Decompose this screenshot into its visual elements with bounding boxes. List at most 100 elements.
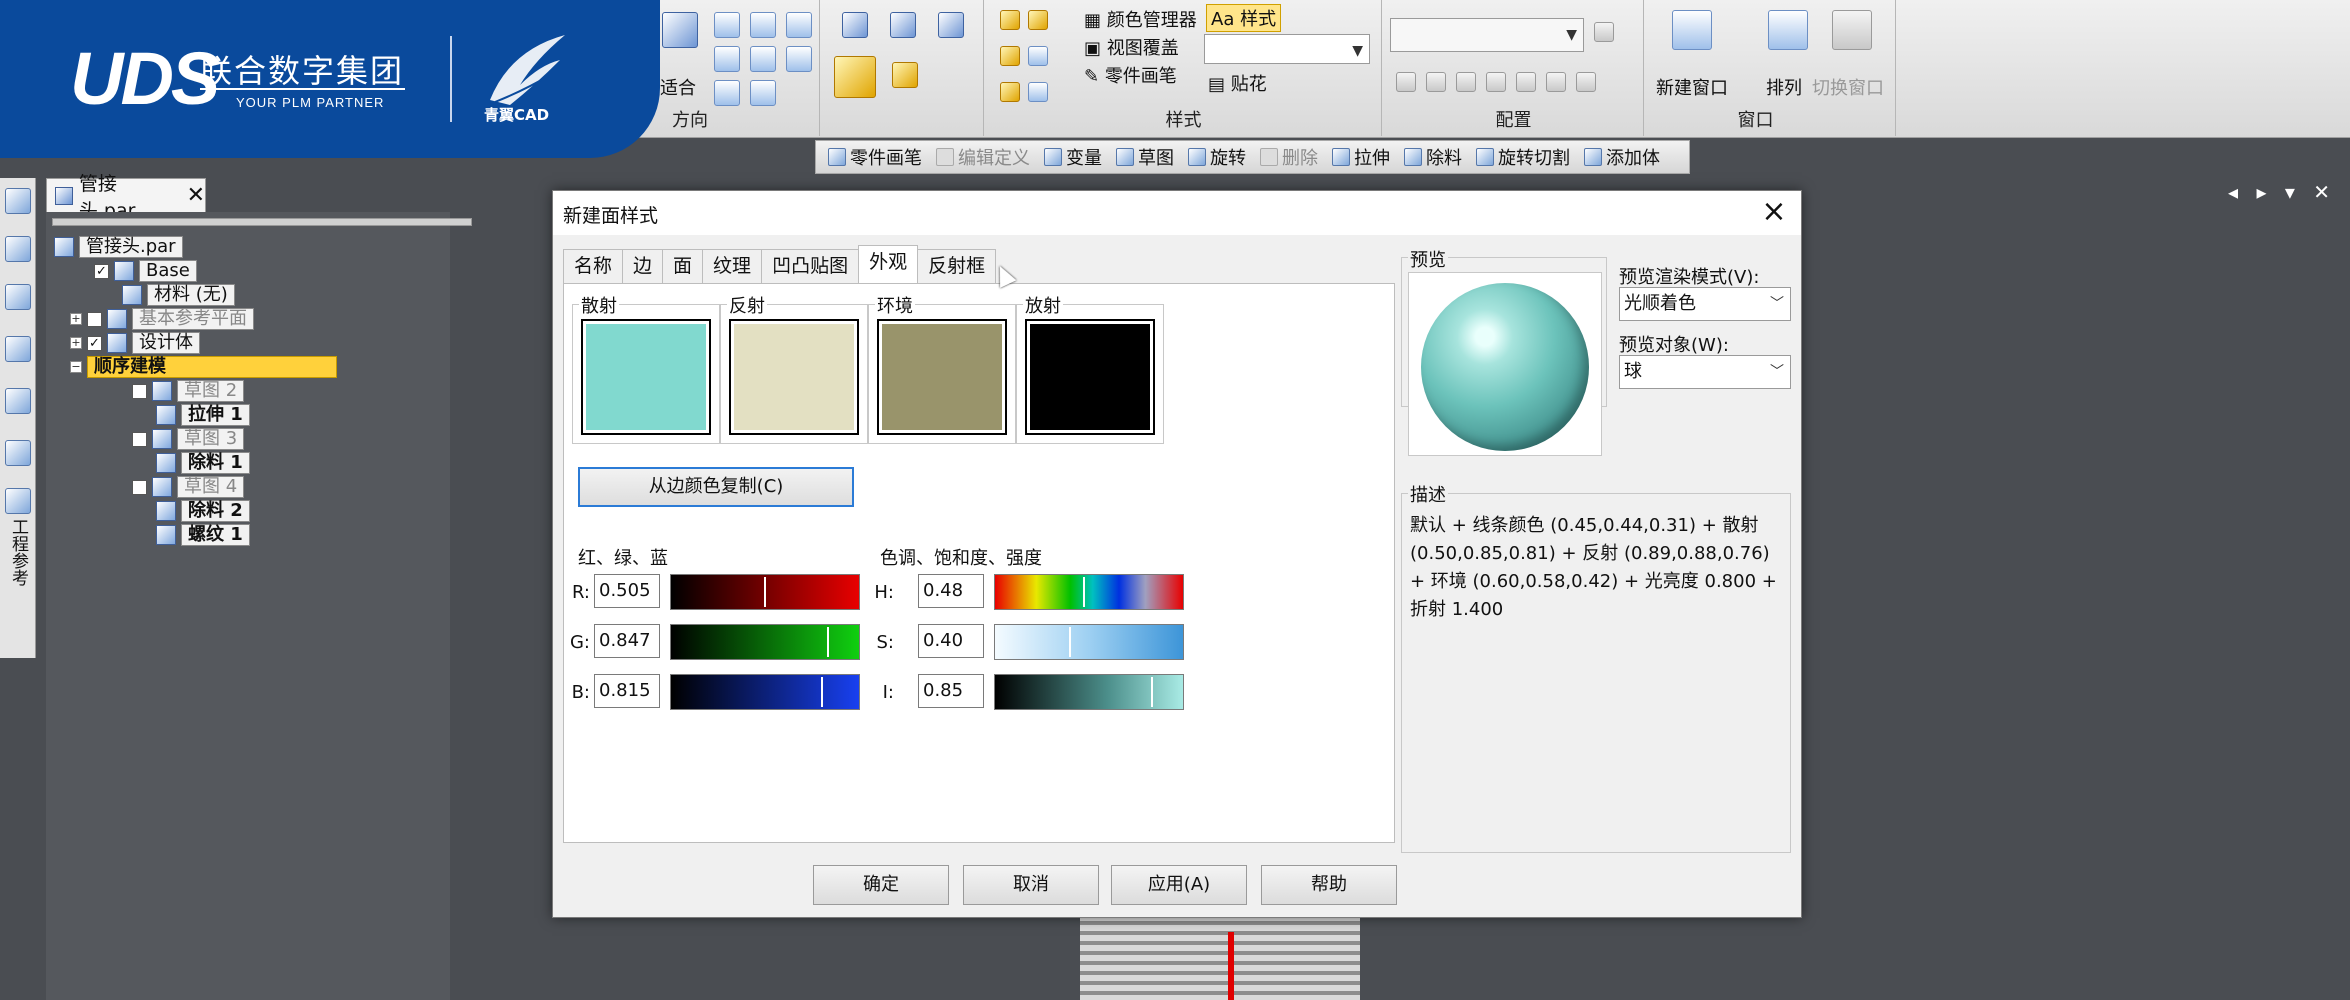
r-slider-thumb[interactable] [764,577,766,607]
visibility-checkbox[interactable]: ✓ [87,335,102,351]
toolbar-item-6[interactable]: 拉伸 [1332,144,1390,170]
document-tab[interactable]: 管接头.par ✕ [46,173,206,222]
help-icon[interactable] [5,236,31,262]
config-tool-icon-2[interactable] [1426,72,1446,92]
window-zoom-icon[interactable] [786,12,812,38]
toolbar-item-8[interactable]: 旋转切割 [1476,144,1570,170]
switch-window-icon[interactable] [1832,10,1872,50]
toolbar-item-5[interactable]: 删除 [1260,144,1318,170]
color-manager-button[interactable]: ▦ 颜色管理器 [1084,6,1197,32]
toolbar-item-9[interactable]: 添加体 [1584,144,1660,170]
view-icon[interactable] [750,80,776,106]
visibility-checkbox[interactable] [132,431,147,447]
visibility-checkbox[interactable]: ✓ [94,263,109,279]
i-slider-thumb[interactable] [1151,677,1153,707]
g-slider-thumb[interactable] [827,627,829,657]
preview-object-select[interactable]: 球 ﹀ [1619,355,1791,389]
tree-row-thread1[interactable]: 螺纹 1 [156,524,250,546]
tab-0[interactable]: 名称 [563,249,624,283]
tree-row-root[interactable]: 管接头.par [54,236,183,258]
config-save-icon[interactable] [1594,22,1614,42]
image-icon[interactable] [5,388,31,414]
tree-row-sketch4[interactable]: 草图 4 [132,476,245,498]
expand-icon[interactable]: + [70,313,82,325]
toolbar-item-3[interactable]: 草图 [1116,144,1174,170]
g-input[interactable]: 0.847 [594,624,660,658]
help-button[interactable]: 帮助 [1261,865,1397,905]
b-slider[interactable] [670,674,860,710]
config-tool-icon-6[interactable] [1576,72,1596,92]
face-color-icon[interactable] [1028,10,1048,30]
close-icon[interactable]: ✕ [187,183,205,208]
tab-2[interactable]: 面 [662,249,704,283]
tab-1[interactable]: 边 [622,249,664,283]
toolbar-item-4[interactable]: 旋转 [1188,144,1246,170]
r-input[interactable]: 0.505 [594,574,660,608]
part-painter-button[interactable]: ✎ 零件画笔 [1084,62,1177,88]
globe-icon[interactable] [1028,46,1048,66]
render-mode-select[interactable]: 光顺着色 ﹀ [1619,287,1791,321]
h-input[interactable]: 0.48 [918,574,984,608]
tree-row-material[interactable]: 材料 (无) [122,284,235,306]
copy-from-edge-button[interactable]: 从边颜色复制(C) [578,467,854,507]
front-view-icon[interactable] [890,12,916,38]
toolbar-item-7[interactable]: 除料 [1404,144,1462,170]
pan-icon[interactable] [750,12,776,38]
s-input[interactable]: 0.40 [918,624,984,658]
expand-icon[interactable]: + [70,337,82,349]
toolbar-item-1[interactable]: 编辑定义 [936,144,1030,170]
tab-6[interactable]: 反射框 [917,249,997,283]
library-icon[interactable] [5,188,31,214]
engineering-reference-label[interactable]: 工程参考 [8,518,28,586]
cancel-button[interactable]: 取消 [963,865,1099,905]
emission-swatch[interactable] [1025,319,1155,435]
spin-icon[interactable] [786,46,812,72]
tab-5[interactable]: 外观 [858,245,919,283]
h-slider[interactable] [994,574,1184,610]
arrange-icon[interactable] [1768,10,1808,50]
s-slider-thumb[interactable] [1069,627,1071,657]
rotate-icon[interactable] [750,46,776,72]
new-window-icon[interactable] [1672,10,1712,50]
decal-button[interactable]: ▤ 贴花 [1208,70,1267,96]
tree-row-sketch3[interactable]: 草图 3 [132,428,245,450]
ambient-swatch[interactable] [877,319,1007,435]
feature-color-icon[interactable] [1000,82,1020,102]
tree-row-base[interactable]: ✓ Base [94,260,197,282]
tab-4[interactable]: 凹凸贴图 [761,249,860,283]
zoom-area-icon[interactable] [714,46,740,72]
collapse-icon[interactable]: − [70,361,82,373]
visibility-checkbox[interactable] [87,311,102,327]
tree-row-cutout2[interactable]: 除料 2 [156,500,250,522]
arrange-button[interactable]: 排列 [1766,74,1802,100]
h-slider-thumb[interactable] [1083,577,1085,607]
key-icon[interactable] [5,440,31,466]
specular-swatch[interactable] [729,319,859,435]
config-tool-icon-5[interactable] [1546,72,1566,92]
i-input[interactable]: 0.85 [918,674,984,708]
camera-icon[interactable] [1516,72,1536,92]
fit-label[interactable]: 适合 [660,74,696,100]
close-icon[interactable]: × [1757,195,1791,229]
ok-button[interactable]: 确定 [813,865,949,905]
style-combo[interactable]: ▼ [1204,34,1370,64]
b-input[interactable]: 0.815 [594,674,660,708]
r-slider[interactable] [670,574,860,610]
layers-icon[interactable] [5,284,31,310]
tree-row-extrude1[interactable]: 拉伸 1 [156,404,250,426]
tree-row-ordered[interactable]: − 顺序建模 [70,356,337,378]
b-slider-thumb[interactable] [821,677,823,707]
new-window-button[interactable]: 新建窗口 [1656,74,1728,100]
toolbar-item-0[interactable]: 零件画笔 [828,144,922,170]
right-view-icon[interactable] [938,12,964,38]
switch-window-button[interactable]: 切换窗口 [1812,74,1884,100]
visibility-checkbox[interactable] [132,383,147,399]
tree-row-ref-planes[interactable]: + 基本参考平面 [70,308,254,330]
view-overlay-button[interactable]: ▣ 视图覆盖 [1084,34,1179,60]
grid-icon[interactable] [5,336,31,362]
view-window-controls[interactable]: ◂ ▸ ▾ ✕ [2228,180,2336,204]
part-color-icon[interactable] [1000,10,1020,30]
config-tool-icon-1[interactable] [1396,72,1416,92]
zoom-icon[interactable] [714,12,740,38]
g-slider[interactable] [670,624,860,660]
